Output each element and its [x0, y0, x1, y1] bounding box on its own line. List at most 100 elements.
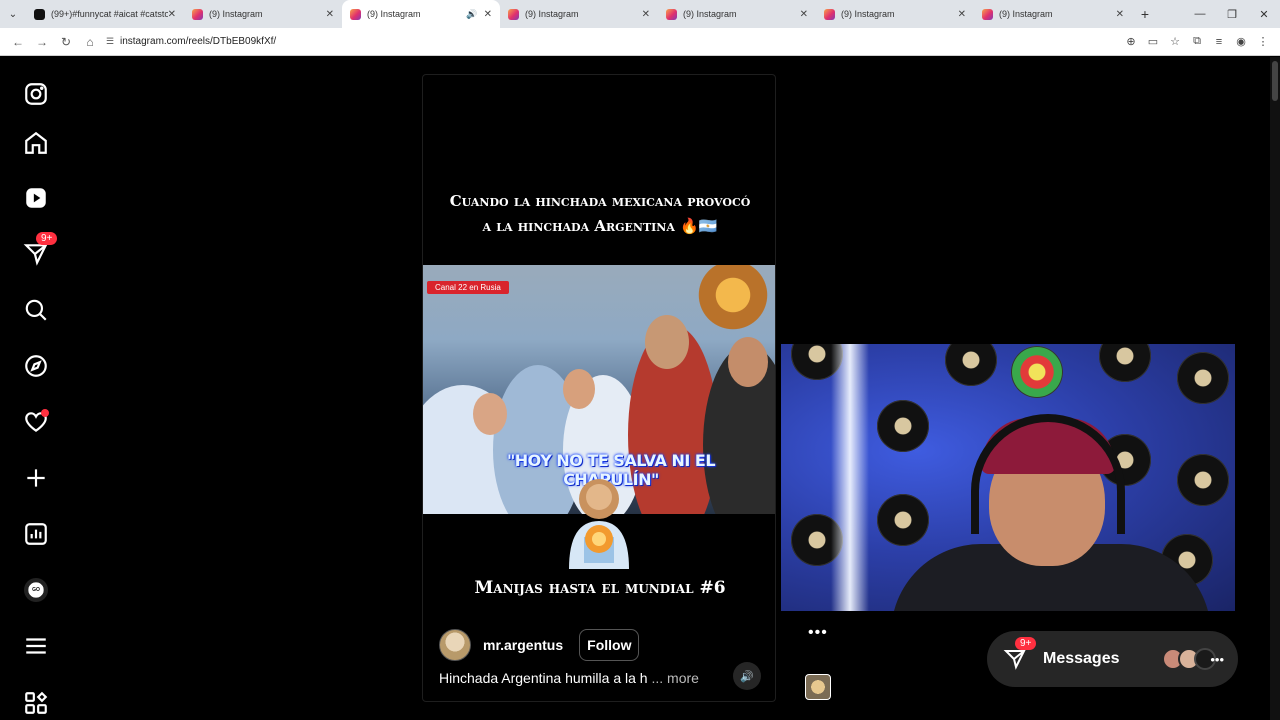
search-icon[interactable] — [22, 296, 50, 324]
speaker-toggle-icon[interactable]: 🔊 — [733, 662, 761, 690]
create-plus-icon[interactable] — [22, 464, 50, 492]
tiktok-icon — [34, 8, 45, 20]
vinyl-decor — [1177, 352, 1229, 404]
url-text: instagram.com/reels/DTbEB09kfXf/ — [120, 36, 277, 47]
channel-tag: Canal 22 en Rusia — [427, 281, 509, 294]
tab-title: (9) Instagram — [999, 9, 1053, 19]
instagram-icon — [824, 8, 835, 20]
instagram-icon — [192, 8, 203, 20]
vinyl-decor — [877, 494, 929, 546]
tab-title: (9) Instagram — [683, 9, 737, 19]
more-options-icon[interactable]: ••• — [808, 624, 828, 642]
tab-title: (9) Instagram — [367, 9, 421, 19]
tab-close-icon[interactable]: ✕ — [1116, 9, 1124, 20]
instagram-icon — [508, 8, 519, 20]
browser-tab[interactable]: (99+)#funnycat #aicat #catston ✕ — [26, 0, 184, 28]
browser-tab[interactable]: (9) Instagram ✕ — [816, 0, 974, 28]
more-menu-icon[interactable] — [22, 632, 50, 660]
face-shape — [563, 369, 595, 409]
tab-close-icon[interactable]: ✕ — [326, 9, 334, 20]
window-close-icon[interactable]: ✕ — [1248, 8, 1280, 21]
instagram-icon — [666, 8, 677, 20]
argentus-mascot-logo — [569, 479, 629, 569]
minimize-icon[interactable]: — — [1184, 8, 1216, 21]
home-icon[interactable] — [22, 129, 50, 157]
browser-tab[interactable]: (9) Instagram ✕ — [184, 0, 342, 28]
notifications-heart-icon[interactable] — [22, 408, 50, 436]
zoom-icon[interactable]: ⊕ — [1120, 35, 1142, 48]
extensions-icon[interactable]: ⧉ — [1186, 35, 1208, 48]
tab-close-icon[interactable]: ✕ — [484, 9, 492, 20]
profile-icon[interactable]: ◉ — [1230, 35, 1252, 48]
tab-title: (9) Instagram — [209, 9, 263, 19]
home-icon[interactable]: ⌂ — [78, 35, 102, 49]
window-controls: — ❐ ✕ — [1184, 8, 1280, 21]
scrollbar-thumb[interactable] — [1272, 61, 1278, 101]
reel-title-line: Cuando la hinchada mexicana provocó — [449, 192, 751, 210]
media-control-icon[interactable]: ≡ — [1208, 36, 1230, 48]
reload-icon[interactable]: ↻ — [54, 35, 78, 49]
page-scrollbar[interactable] — [1270, 57, 1280, 720]
restore-icon[interactable]: ❐ — [1216, 8, 1248, 21]
author-username[interactable]: mr.argentus — [483, 637, 563, 653]
reel-card[interactable]: Cuando la hinchada mexicana provocó a la… — [422, 74, 776, 702]
tab-close-icon[interactable]: ✕ — [958, 9, 966, 20]
browser-tab[interactable]: (9) Instagram ✕ — [658, 0, 816, 28]
instagram-logo-icon[interactable] — [22, 80, 50, 108]
tab-search-chevron-icon[interactable]: ⌄ — [0, 0, 26, 28]
vinyl-decor — [1177, 454, 1229, 506]
tab-title: (9) Instagram — [841, 9, 895, 19]
caption-text: Hinchada Argentina humilla a la h — [439, 670, 648, 686]
face-shape — [645, 315, 689, 369]
tab-close-icon[interactable]: ✕ — [642, 9, 650, 20]
browser-menu-icon[interactable]: ⋮ — [1252, 35, 1274, 48]
site-info-icon[interactable]: ☰ — [106, 36, 120, 47]
dashboard-chart-icon[interactable] — [22, 520, 50, 548]
messages-icon[interactable]: 9+ — [22, 232, 58, 268]
tab-close-icon[interactable]: ✕ — [168, 9, 176, 20]
toolbar-actions: ⊕ ▭ ☆ ⧉ ≡ ◉ ⋮ — [1120, 35, 1280, 48]
speaker-icon[interactable]: 🔊 — [466, 9, 477, 20]
new-tab-plus-icon[interactable]: + — [1132, 6, 1158, 22]
messages-badge: 9+ — [1015, 637, 1037, 650]
reels-icon[interactable] — [22, 184, 50, 212]
back-arrow-icon[interactable]: ← — [6, 35, 30, 49]
explore-compass-icon[interactable] — [22, 352, 50, 380]
audio-thumbnail[interactable] — [805, 674, 831, 700]
tab-title: (9) Instagram — [525, 9, 579, 19]
bookmark-star-icon[interactable]: ☆ — [1164, 35, 1186, 48]
more-ellipsis-icon: ••• — [1210, 651, 1224, 667]
browser-tab-active[interactable]: (9) Instagram 🔊 ✕ — [342, 0, 500, 28]
browser-tab[interactable]: (9) Instagram ✕ — [500, 0, 658, 28]
vinyl-decor — [877, 400, 929, 452]
browser-tab-strip: ⌄ (99+)#funnycat #aicat #catston ✕ (9) I… — [0, 0, 1280, 28]
instagram-sidebar: 9+ GO — [0, 57, 72, 720]
reel-title: Cuando la hinchada mexicana provocó a la… — [423, 189, 775, 239]
face-shape — [728, 337, 768, 387]
cast-icon[interactable]: ▭ — [1142, 35, 1164, 48]
instagram-icon — [982, 8, 993, 20]
messages-pill[interactable]: 9+ Messages ••• — [987, 631, 1238, 687]
reel-subtitle: Manijas hasta el mundial #6 — [474, 578, 726, 598]
face-shape — [473, 393, 507, 435]
follow-button[interactable]: Follow — [579, 629, 640, 661]
address-toolbar: ← → ↻ ⌂ ☰ instagram.com/reels/DTbEB09kfX… — [0, 28, 1280, 56]
tab-title: (99+)#funnycat #aicat #catston — [51, 9, 168, 19]
url-bar[interactable]: ☰ instagram.com/reels/DTbEB09kfXf/ — [106, 31, 1106, 53]
vinyl-decor — [1099, 344, 1151, 382]
profile-avatar[interactable]: GO — [22, 576, 50, 604]
webcam-overlay — [781, 344, 1235, 611]
reel-title-line: a la hinchada Argentina 🔥🇦🇷 — [482, 217, 718, 235]
instagram-icon — [350, 8, 361, 20]
browser-tab[interactable]: (9) Instagram ✕ — [974, 0, 1132, 28]
ring-light — [831, 344, 869, 611]
author-avatar[interactable] — [439, 629, 471, 661]
also-from-meta-icon[interactable] — [22, 689, 50, 717]
tab-close-icon[interactable]: ✕ — [800, 9, 808, 20]
author-row: mr.argentus Follow — [439, 629, 640, 661]
messages-label: Messages — [1043, 650, 1120, 667]
vinyl-decor — [945, 344, 997, 386]
notification-dot — [41, 409, 49, 417]
more-link[interactable]: ... more — [651, 670, 698, 686]
forward-arrow-icon[interactable]: → — [30, 35, 54, 49]
